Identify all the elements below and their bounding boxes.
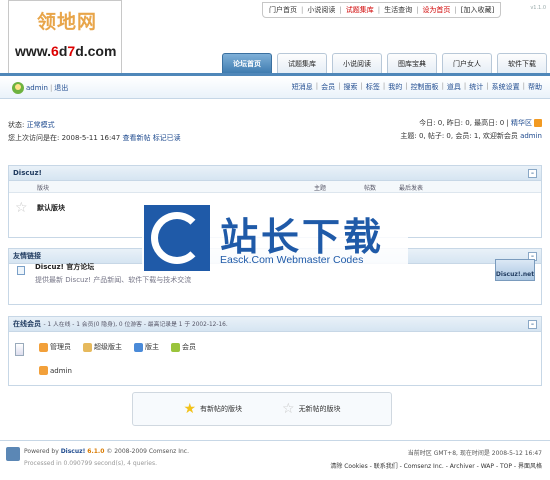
forum-columns: 版块 主题 帖数 最后发表	[9, 181, 541, 193]
link-bookmark[interactable]: [加入收藏]	[459, 5, 496, 15]
tab-forum-home[interactable]: 论坛首页	[222, 53, 272, 73]
forum-panel-title: Discuz! –	[9, 166, 541, 181]
collapse-icon[interactable]: –	[528, 320, 537, 329]
tab-gallery[interactable]: 图库宝典	[387, 53, 437, 73]
view-new-link[interactable]: 查看新帖	[122, 134, 150, 142]
watermark: 站长下载 Easck.Com Webmaster Codes	[142, 202, 408, 274]
status-info: 状态: 正常模式 您上次访问是在: 2008-5-11 16:47 查看新帖 标…	[8, 121, 181, 142]
friendlink-desc: 提供最新 Discuz! 产品新闻、软件下载与技术交流	[35, 276, 192, 284]
nav-settings[interactable]: 系统设置	[492, 82, 520, 92]
tab-underline	[0, 73, 550, 76]
nav-help[interactable]: 帮助	[528, 82, 542, 92]
link-set-home[interactable]: 设为首页	[420, 5, 452, 15]
user-icon	[12, 81, 24, 94]
nav-search[interactable]: 搜索	[343, 82, 357, 92]
super-mod-icon	[83, 342, 92, 352]
forum-name[interactable]: 默认版块	[37, 203, 65, 213]
mark-read-link[interactable]: 标记已读	[153, 134, 181, 142]
powered-by: Powered by Discuz! 6.1.0 © 2008-2009 Com…	[24, 448, 189, 455]
link-icon	[17, 266, 25, 275]
link-portal-home[interactable]: 门户首页	[267, 5, 299, 15]
admin-icon	[39, 342, 48, 352]
no-new-star-icon: ☆	[282, 401, 295, 417]
nav-pm[interactable]: 短消息	[292, 82, 313, 92]
discuz-icon	[6, 447, 20, 461]
tab-exam[interactable]: 试题集库	[277, 53, 327, 73]
watermark-title: 站长下载	[220, 215, 385, 259]
user-navbar: admin | 退出 短消息 | 会员 | 搜索 | 标签 | 我的 | 控制面板 | 道具…	[0, 77, 550, 99]
mode-link[interactable]: 正常模式	[27, 121, 55, 129]
friendlink-title[interactable]: Discuz! 官方论坛	[35, 262, 94, 272]
online-user[interactable]: admin	[39, 366, 72, 375]
link-novel[interactable]: 小说阅读	[305, 5, 337, 15]
logout-link[interactable]: 退出	[54, 83, 68, 93]
nav-tags[interactable]: 标签	[366, 82, 380, 92]
top-links-bar: 门户首页 | 小说阅读 | 试题集库 | 生活查询 | 设为首页 | [加入收藏]	[262, 2, 502, 18]
footer-links[interactable]: 清除 Cookies - 联系我们 - Comsenz Inc. - Archi…	[330, 461, 542, 470]
forum-status-icon: ☆	[15, 200, 28, 216]
tab-women[interactable]: 门户女人	[442, 53, 492, 73]
forum-stats: 今日: 0, 昨日: 0, 最高日: 0 | 精华区 主题: 0, 帖子: 0,…	[400, 119, 542, 140]
version-tag: v1.1.0	[530, 5, 546, 11]
new-post-legend: ★ 有新帖的版块 ☆ 无新帖的版块	[132, 392, 392, 426]
online-icon	[15, 343, 24, 356]
nav-members[interactable]: 会员	[321, 82, 335, 92]
site-logo[interactable]: 领地网 www.6d7d.com	[8, 0, 122, 74]
tab-download[interactable]: 软件下载	[497, 53, 547, 73]
member-icon	[171, 342, 180, 352]
main-tabs: 论坛首页 试题集库 小说阅读 图库宝典 门户女人 软件下载	[222, 53, 547, 73]
friendlink-logo[interactable]: Discuz!.net	[495, 259, 535, 281]
new-member-link[interactable]: admin	[520, 132, 542, 140]
footer: Powered by Discuz! 6.1.0 © 2008-2009 Com…	[0, 440, 550, 480]
username-link[interactable]: admin	[26, 84, 48, 92]
nav-stats[interactable]: 统计	[469, 82, 483, 92]
link-exam[interactable]: 试题集库	[344, 5, 376, 15]
digest-link[interactable]: 精华区	[511, 119, 532, 127]
link-life[interactable]: 生活查询	[382, 5, 414, 15]
mod-icon	[134, 342, 143, 352]
watermark-subtitle: Easck.Com Webmaster Codes	[220, 254, 364, 266]
current-time: 当前时区 GMT+8, 现在时间是 2008-5-12 16:47	[407, 450, 542, 457]
group-legend: 管理员 超级版主 版主 会员	[39, 342, 196, 352]
online-title: 在线会员 - 1 人在线 - 1 会员(0 隐身), 0 位游客 - 最高记录是…	[9, 317, 541, 332]
new-post-star-icon: ★	[183, 401, 196, 417]
rss-icon[interactable]	[534, 119, 542, 127]
site-url: www.6d7d.com	[15, 43, 117, 59]
watermark-logo-icon	[144, 205, 210, 271]
last-visit: 您上次访问是在: 2008-5-11 16:47	[8, 134, 121, 142]
collapse-icon[interactable]: –	[528, 169, 537, 178]
nav-my[interactable]: 我的	[388, 82, 402, 92]
online-panel: 在线会员 - 1 人在线 - 1 会员(0 隐身), 0 位游客 - 最高记录是…	[8, 316, 542, 386]
nav-cp[interactable]: 控制面板	[411, 82, 439, 92]
brand-name: 领地网	[37, 11, 98, 33]
admin-icon	[39, 366, 48, 375]
nav-tools[interactable]: 道具	[447, 82, 461, 92]
processed-info: Processed in 0.090799 second(s), 4 queri…	[24, 460, 157, 467]
tab-novel[interactable]: 小说阅读	[332, 53, 382, 73]
